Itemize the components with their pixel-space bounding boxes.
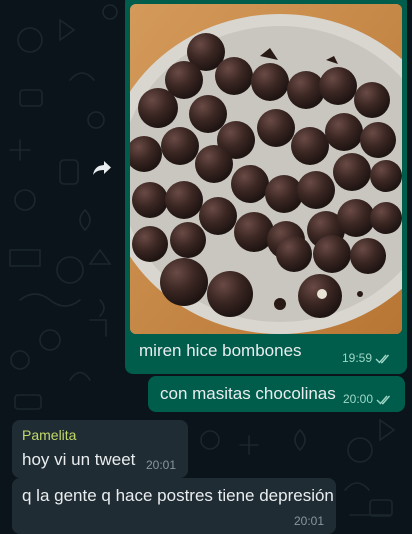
forward-arrow-icon	[93, 161, 111, 175]
message-meta: 19:59	[342, 351, 393, 365]
message-bubble-photo[interactable]: miren hice bombones 19:59	[125, 0, 407, 374]
message-time: 19:59	[342, 351, 373, 365]
double-check-icon	[375, 354, 390, 364]
message-text: q la gente q hace postres tiene depresió…	[22, 486, 334, 505]
message-photo[interactable]	[130, 4, 402, 334]
message-bubble-incoming[interactable]: Pamelita hoy vi un tweet 20:01	[12, 420, 188, 478]
message-time: 20:01	[146, 458, 177, 472]
message-text: hoy vi un tweet	[22, 450, 136, 469]
message-time: 20:00	[343, 392, 374, 406]
message-bubble-outgoing[interactable]: con masitas chocolinas 20:00	[148, 376, 405, 412]
message-text: con masitas chocolinas	[160, 384, 336, 403]
message-caption: miren hice bombones	[139, 341, 302, 360]
sender-name: Pamelita	[22, 427, 77, 443]
message-meta: 20:01	[146, 458, 176, 472]
message-meta: 20:00	[343, 392, 394, 406]
forward-button[interactable]	[84, 150, 120, 186]
bonbons-photo	[130, 4, 402, 334]
double-check-icon	[376, 395, 391, 405]
